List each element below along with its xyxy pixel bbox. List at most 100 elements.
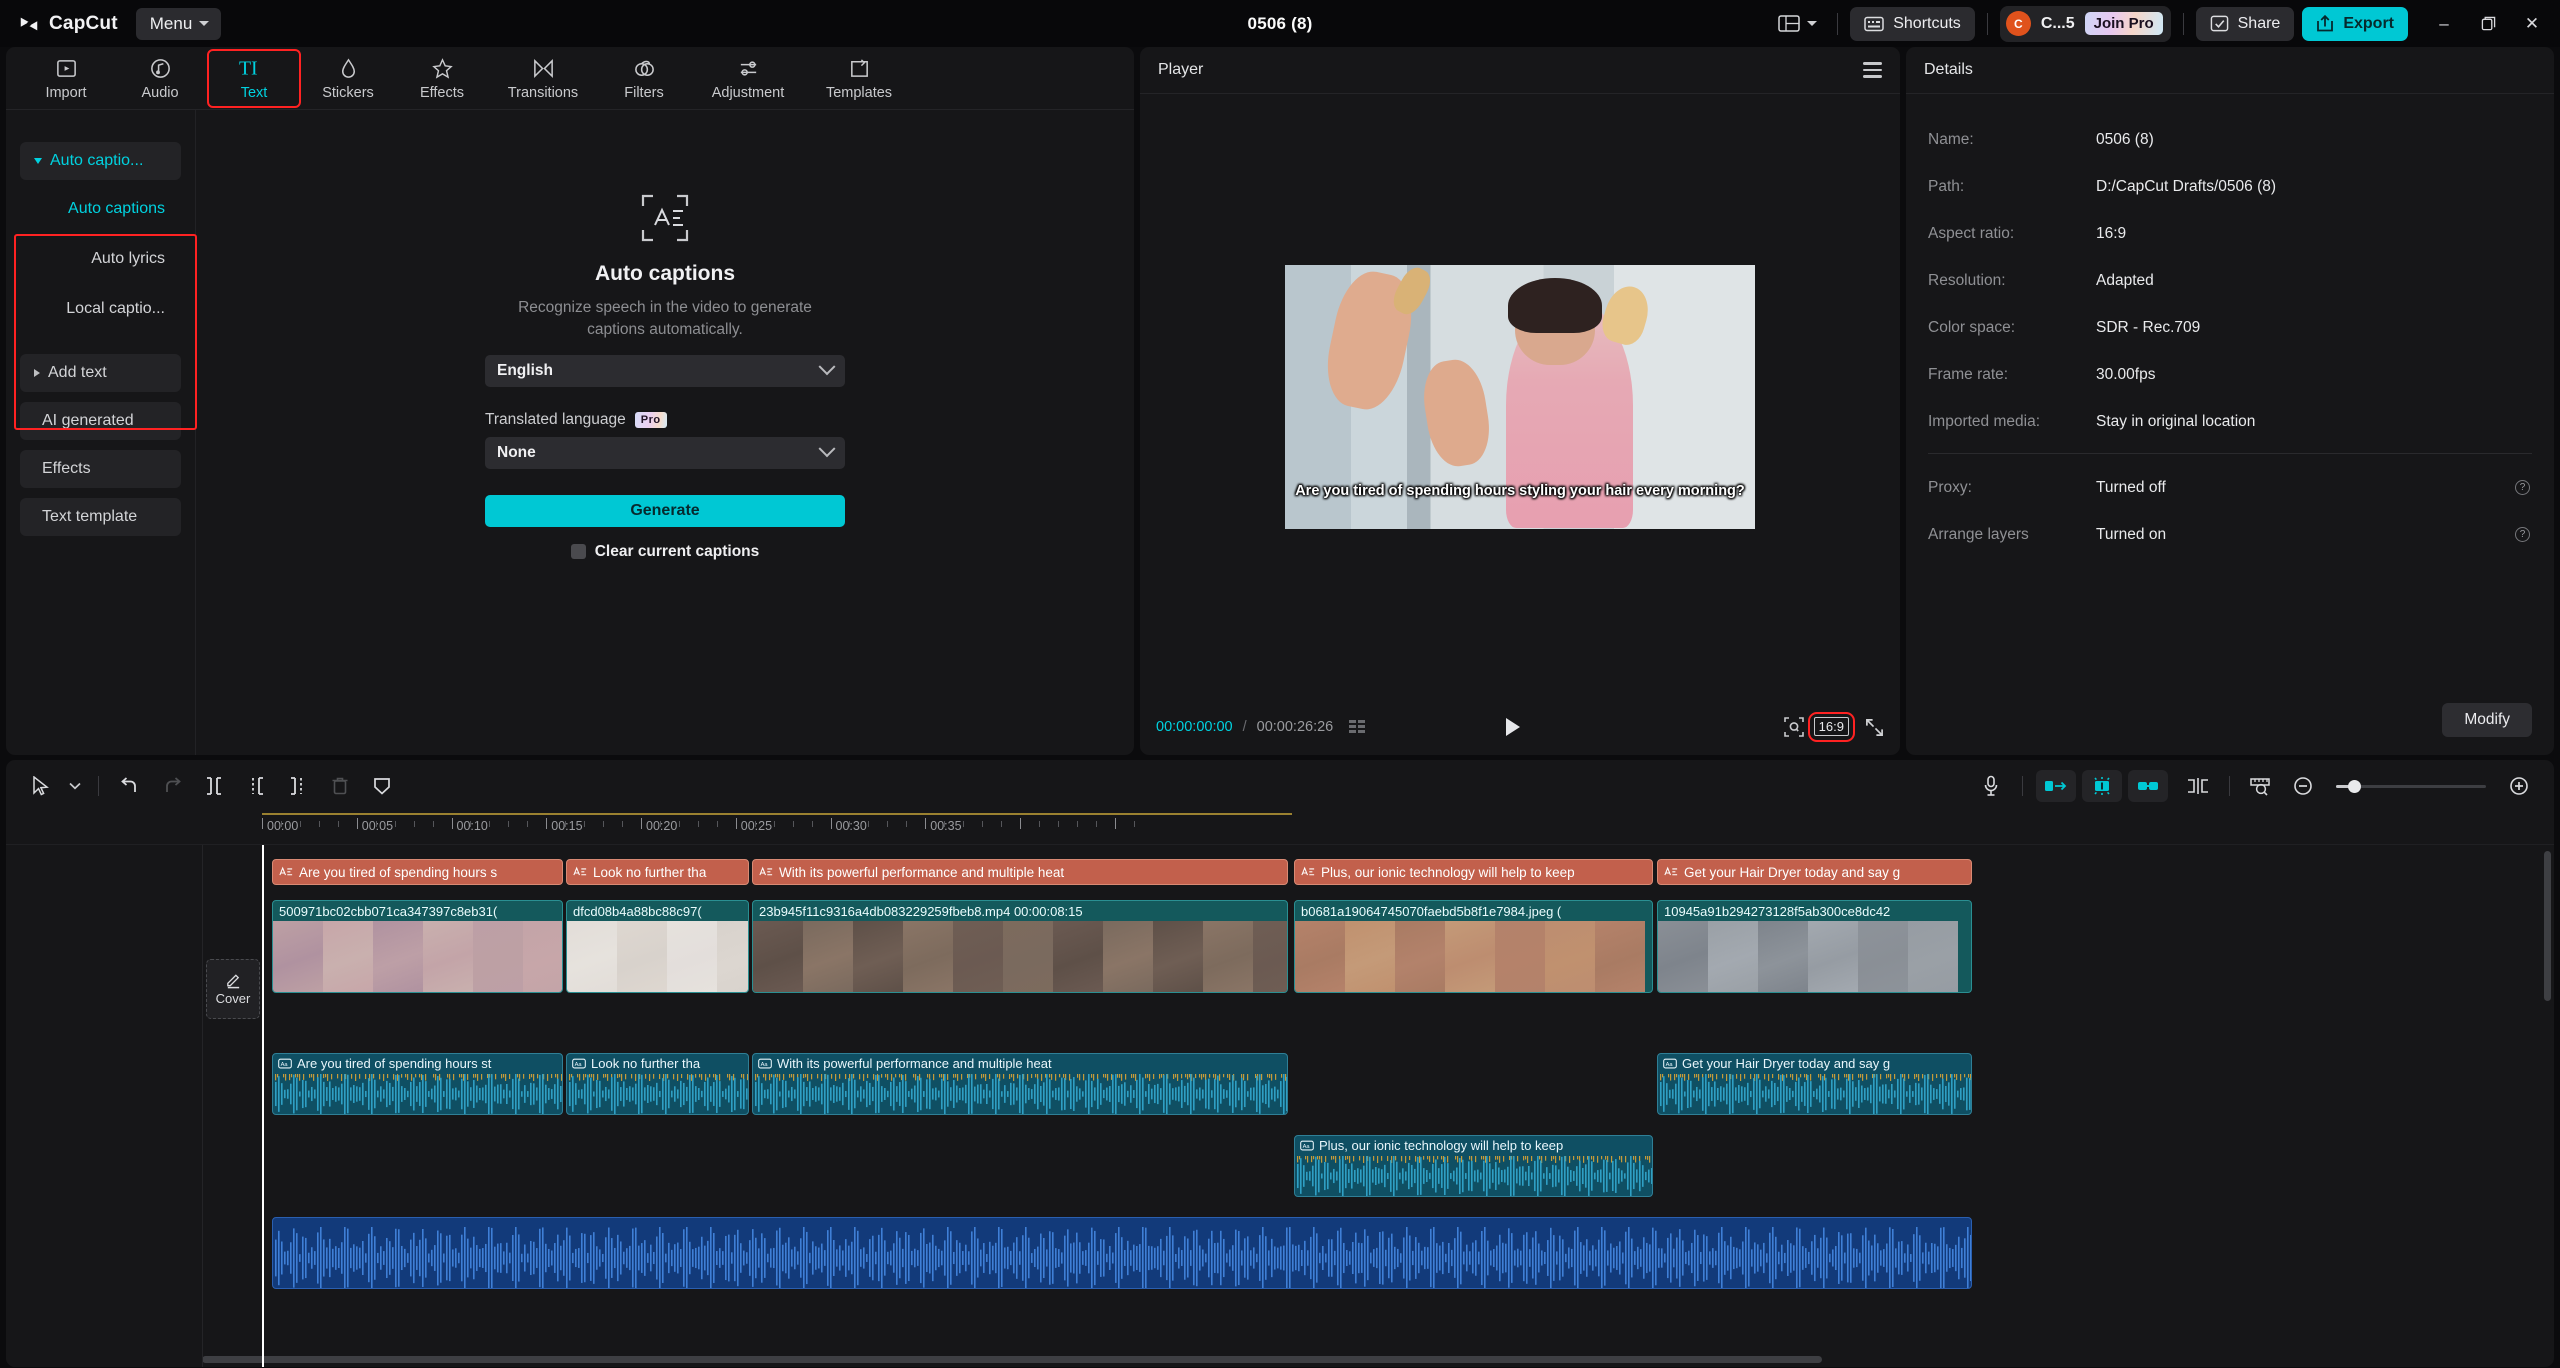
layout-icon-button[interactable] [1770, 7, 1825, 41]
timeline-video-clip[interactable]: 10945a91b294273128f5ab300ce8dc42 [1657, 900, 1972, 993]
sidebar-item-local-captions[interactable]: Local captio... [20, 290, 181, 328]
menu-button[interactable]: Menu [135, 7, 222, 40]
clear-current-captions-checkbox[interactable]: Clear current captions [570, 543, 759, 561]
player-stage[interactable]: Are you tired of spending hours styling … [1140, 94, 1900, 699]
auto-captions-title: Auto captions [595, 262, 735, 285]
translated-language-select[interactable]: None [485, 436, 845, 469]
split-icon[interactable] [193, 768, 235, 804]
help-icon[interactable]: ? [2515, 480, 2530, 495]
share-button[interactable]: Share [2195, 6, 2295, 41]
timeline-ruler[interactable]: 00:00 00:05 00:10 00:15 00:20 00:25 00:30 00:35 [6, 812, 2554, 845]
vertical-scrollbar[interactable] [2544, 851, 2551, 1001]
minimize-button[interactable]: – [2422, 7, 2466, 41]
sidebar-item-auto-captions-parent[interactable]: Auto captio... [20, 142, 181, 180]
account-chip[interactable]: C C...5 Join Pro [1999, 5, 2171, 42]
video-preview[interactable]: Are you tired of spending hours styling … [1285, 264, 1755, 529]
shortcuts-button[interactable]: Shortcuts [1850, 6, 1975, 41]
play-button[interactable] [1503, 716, 1523, 738]
tab-filters[interactable]: Filters [598, 50, 690, 107]
layout-icon [1778, 15, 1800, 32]
freeze-icon[interactable] [361, 768, 403, 804]
cover-button[interactable]: Cover [206, 959, 260, 1019]
select-arrow-icon[interactable] [20, 768, 62, 804]
scrollbar-thumb[interactable] [202, 1356, 1822, 1363]
playhead[interactable] [262, 845, 264, 1367]
trim-right-icon[interactable] [277, 768, 319, 804]
tab-transitions[interactable]: Transitions [490, 50, 596, 107]
redo-icon[interactable] [151, 768, 193, 804]
join-pro-badge[interactable]: Join Pro [2084, 12, 2163, 35]
waveform [275, 1227, 1971, 1288]
zoom-in-icon[interactable] [2498, 768, 2540, 804]
sidebar-item-add-text[interactable]: Add text [20, 354, 181, 392]
timeline-video-clip[interactable]: dfcd08b4a88bc88c97( [566, 900, 749, 993]
ruler-tick [641, 818, 642, 829]
timeline-video-clip[interactable]: 500971bc02cbb071ca347397c8eb31( [272, 900, 563, 993]
export-button[interactable]: Export [2302, 6, 2408, 41]
timeline-audio-clip[interactable]: Aa Plus, our ionic technology will help t… [1294, 1135, 1653, 1197]
sidebar-item-label: Local captio... [66, 300, 165, 317]
timeline-video-clip[interactable]: b0681a19064745070faebd5b8f1e7984.jpeg ( [1294, 900, 1653, 993]
help-icon[interactable]: ? [2515, 527, 2530, 542]
timeline-text-clip[interactable]: Get your Hair Dryer today and say g [1657, 859, 1972, 885]
chevron-down-icon[interactable] [62, 768, 88, 804]
horizontal-scrollbar[interactable] [202, 1356, 2546, 1363]
hamburger-icon[interactable] [1863, 62, 1882, 78]
detail-value: 16:9 [2096, 224, 2127, 242]
auto-cut-mid-icon[interactable] [2082, 770, 2122, 802]
sidebar-item-ai-generated[interactable]: AI generated [20, 402, 181, 440]
aspect-ratio-badge[interactable]: 16:9 [1813, 717, 1849, 736]
link-icon[interactable] [2128, 770, 2168, 802]
timeline-audio-clip[interactable]: Aa With its powerful performance and mult… [752, 1053, 1288, 1115]
language-select[interactable]: English [485, 354, 845, 387]
divider [1928, 453, 2532, 454]
timeline-text-clip[interactable]: Are you tired of spending hours s [272, 859, 563, 885]
cover-label: Cover [215, 991, 251, 1006]
zoom-slider-knob[interactable] [2348, 779, 2361, 793]
tab-import[interactable]: Import [20, 50, 112, 107]
zoom-slider[interactable] [2336, 779, 2486, 793]
sidebar-item-text-template[interactable]: Text template [20, 498, 181, 536]
fullscreen-icon[interactable] [1865, 718, 1884, 737]
trim-left-icon[interactable] [235, 768, 277, 804]
timeline-audio-clip[interactable]: Aa Look no further tha [566, 1053, 749, 1115]
timeline-text-clip[interactable]: Look no further tha [566, 859, 749, 885]
detail-key: Path: [1928, 177, 1965, 195]
tab-adjustment[interactable]: Adjustment [692, 50, 804, 107]
clip-thumbnail [473, 921, 523, 992]
timeline-text-clip[interactable]: Plus, our ionic technology will help to … [1294, 859, 1653, 885]
close-button[interactable]: ✕ [2510, 7, 2554, 41]
maximize-button[interactable] [2466, 7, 2510, 41]
delete-icon[interactable] [319, 768, 361, 804]
snap-icon[interactable] [2177, 768, 2219, 804]
timeline-text-clip[interactable]: With its powerful performance and multip… [752, 859, 1288, 885]
timeline-audio-clip[interactable]: Aa Are you tired of spending hours st [272, 1053, 563, 1115]
text-TI-icon: TI [239, 55, 269, 81]
clip-thumbnail [1545, 921, 1595, 992]
timeline-audio-clip[interactable]: Aa Get your Hair Dryer today and say g [1657, 1053, 1972, 1115]
zoom-out-icon[interactable] [2282, 768, 2324, 804]
modify-button[interactable]: Modify [2442, 703, 2532, 737]
tab-templates[interactable]: Templates [806, 50, 912, 107]
tab-audio[interactable]: Audio [114, 50, 206, 107]
generate-button[interactable]: Generate [485, 494, 845, 527]
timeline-toolbar [6, 760, 2554, 812]
crop-quality-icon[interactable] [1783, 717, 1804, 737]
ruler-zoom-icon[interactable] [2240, 768, 2282, 804]
sidebar-item-effects[interactable]: Effects [20, 450, 181, 488]
tab-stickers[interactable]: Stickers [302, 50, 394, 107]
sidebar-item-auto-lyrics[interactable]: Auto lyrics [20, 240, 181, 278]
auto-cut-left-icon[interactable] [2036, 770, 2076, 802]
divider [2022, 776, 2023, 796]
detail-row-proxy: Proxy: Turned off ? [1928, 464, 2532, 511]
microphone-icon[interactable] [1970, 768, 2012, 804]
timeline-video-clip[interactable]: 23b945f11c9316a4db083229259fbeb8.mp4 00:… [752, 900, 1288, 993]
clip-thumbnail [1253, 921, 1287, 992]
timeline-music-clip[interactable] [272, 1217, 1972, 1289]
sidebar-item-auto-captions[interactable]: Auto captions [20, 190, 181, 228]
quality-grid-icon[interactable] [1349, 719, 1367, 735]
tab-text[interactable]: TI Text [207, 48, 301, 108]
tab-effects[interactable]: Effects [396, 50, 488, 107]
undo-icon[interactable] [109, 768, 151, 804]
tab-label: Stickers [322, 85, 374, 101]
